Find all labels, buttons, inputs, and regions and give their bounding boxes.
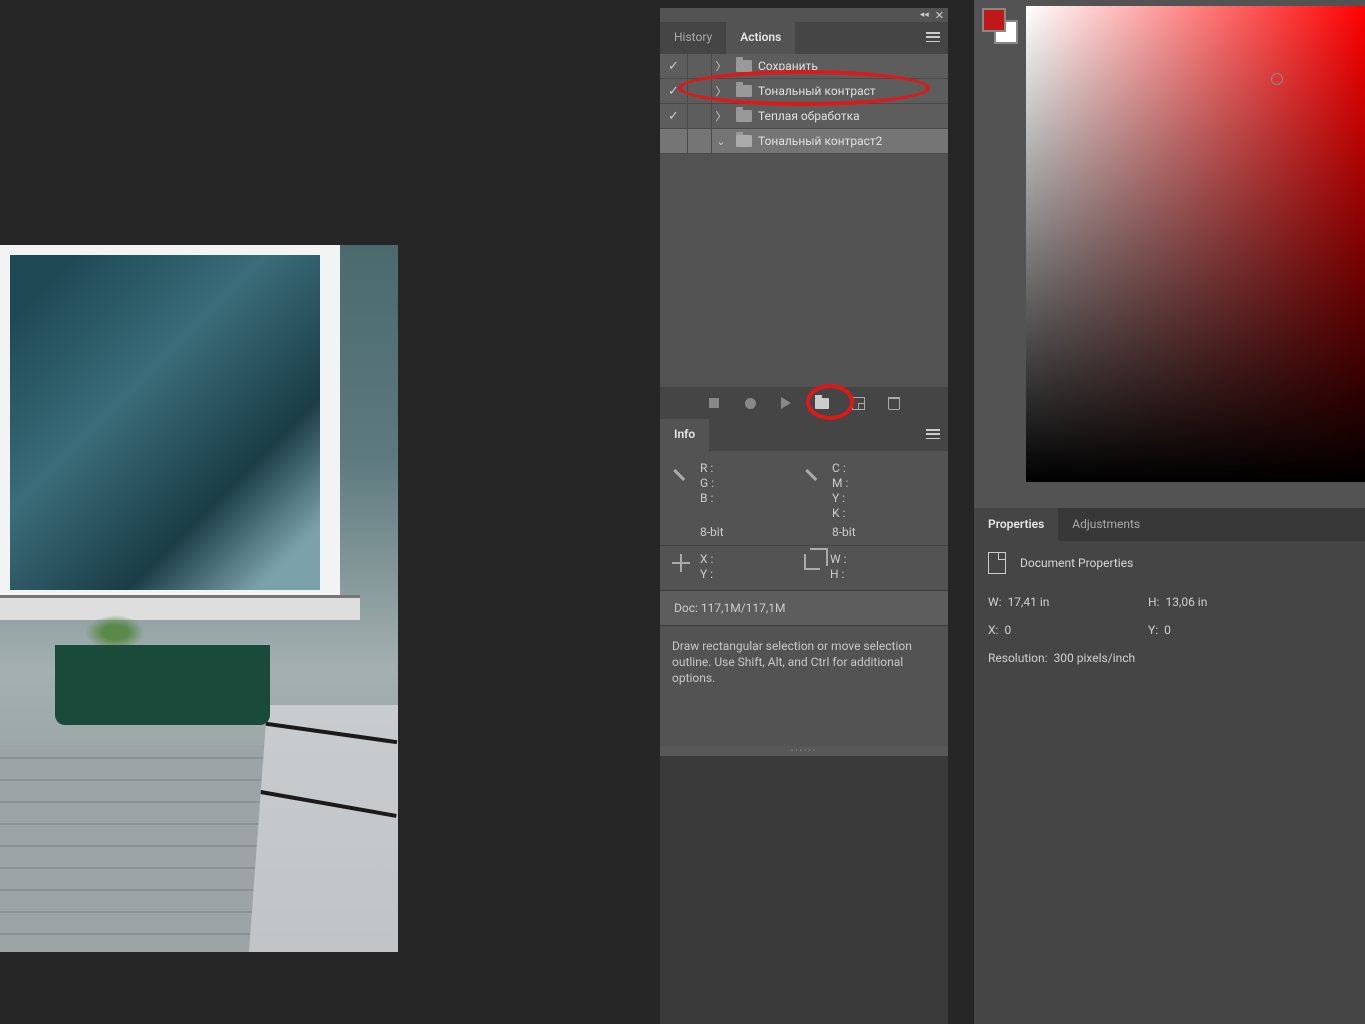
photo-window-frame (0, 245, 340, 605)
delete-button[interactable] (887, 396, 901, 410)
panel-menu-icon[interactable] (926, 32, 940, 42)
prop-x: X:0 (988, 623, 1088, 637)
tab-adjustments[interactable]: Adjustments (1058, 508, 1154, 541)
chevron-right-icon[interactable]: 〉 (712, 108, 730, 124)
checkmark-icon: ✓ (668, 84, 679, 99)
color-swatches[interactable] (982, 8, 1006, 32)
action-dialog-col[interactable] (688, 129, 712, 153)
photo-planter (55, 645, 270, 725)
tab-actions[interactable]: Actions (726, 22, 795, 54)
rgb-readout: R : G : B : (700, 461, 714, 521)
action-set-label: Тональный контраст (758, 84, 876, 98)
properties-tab-row: Properties Adjustments (974, 508, 1365, 541)
eyedropper-icon (668, 463, 693, 488)
action-set-label: Сохранить (758, 59, 818, 73)
collapse-icon[interactable]: ◂◂ (920, 10, 929, 20)
crosshair-icon (672, 554, 690, 572)
properties-section-title: Document Properties (1020, 556, 1133, 570)
new-set-button[interactable] (815, 396, 829, 410)
action-check-col[interactable]: ✓ (660, 79, 688, 103)
action-check-col[interactable]: ✓ (660, 104, 688, 128)
action-check-col[interactable]: ✓ (660, 54, 688, 78)
actions-panel: ◂◂ ✕ History Actions ✓ 〉 Сохранить ✓ 〉 Т… (660, 8, 948, 419)
action-set-label: Тональный контраст2 (758, 134, 882, 148)
document-icon (988, 552, 1006, 574)
photo-window-glass (10, 255, 320, 590)
chevron-right-icon[interactable]: 〉 (712, 83, 730, 99)
right-dock: Properties Adjustments Document Properti… (973, 0, 1365, 1024)
info-body: R : G : B : C : M : Y : K : (660, 451, 948, 746)
properties-body: W:17,41 in H:13,06 in X:0 Y:0 Resolution… (974, 585, 1365, 1024)
action-dialog-col[interactable] (688, 79, 712, 103)
photo-sill (0, 595, 360, 620)
actions-tab-row: History Actions (660, 22, 948, 54)
stop-button[interactable] (707, 396, 721, 410)
action-check-col[interactable] (660, 129, 688, 153)
wh-readout: W : H : (830, 552, 847, 582)
actions-toolbar (660, 387, 948, 419)
tab-properties[interactable]: Properties (974, 508, 1058, 541)
panel-header-bar: ◂◂ ✕ (660, 8, 948, 22)
action-set-label: Теплая обработка (758, 109, 860, 123)
doc-size-line: Doc: 117,1M/117,1M (660, 590, 948, 626)
color-field[interactable] (1026, 6, 1365, 482)
floating-panel-column: ◂◂ ✕ History Actions ✓ 〉 Сохранить ✓ 〉 Т… (660, 8, 948, 756)
action-dialog-col[interactable] (688, 104, 712, 128)
close-icon[interactable]: ✕ (935, 9, 944, 22)
prop-height: H:13,06 in (1148, 595, 1248, 609)
checkmark-icon: ✓ (668, 59, 679, 74)
bit-depth-right: 8-bit (832, 525, 856, 539)
eyedropper-icon (800, 463, 825, 488)
bit-depth-left: 8-bit (700, 525, 724, 539)
canvas-photo[interactable] (0, 245, 398, 952)
play-button[interactable] (779, 396, 793, 410)
info-help-text: Draw rectangular selection or move selec… (672, 634, 936, 736)
action-set-row-selected[interactable]: ⌄ Тональный контраст2 (660, 129, 948, 154)
xy-readout: X : Y : (700, 552, 713, 582)
color-field-handle[interactable] (1271, 73, 1283, 85)
info-panel: Info R : G : B : C : M : (660, 419, 948, 756)
prop-resolution: Resolution:300 pixels/inch (988, 651, 1135, 665)
dimensions-icon (804, 554, 820, 570)
folder-open-icon (736, 135, 752, 147)
record-button[interactable] (743, 396, 757, 410)
tab-history[interactable]: History (660, 22, 726, 54)
actions-list: ✓ 〉 Сохранить ✓ 〉 Тональный контраст ✓ 〉… (660, 54, 948, 387)
properties-section-header: Document Properties (974, 541, 1365, 585)
foreground-swatch[interactable] (982, 8, 1006, 32)
action-set-row[interactable]: ✓ 〉 Тональный контраст (660, 79, 948, 104)
folder-icon (736, 110, 752, 122)
tab-info[interactable]: Info (660, 419, 709, 451)
panel-shadow (660, 752, 948, 1024)
folder-icon (736, 60, 752, 72)
chevron-down-icon[interactable]: ⌄ (712, 135, 730, 148)
annotation-ellipse-button (806, 384, 854, 420)
checkmark-icon: ✓ (668, 109, 679, 124)
prop-width: W:17,41 in (988, 595, 1088, 609)
folder-icon (736, 85, 752, 97)
prop-y: Y:0 (1148, 623, 1248, 637)
cmyk-readout: C : M : Y : K : (832, 461, 848, 521)
action-set-row[interactable]: ✓ 〉 Сохранить (660, 54, 948, 79)
info-tab-row: Info (660, 419, 948, 451)
panel-drag-handle[interactable]: •••••• (660, 746, 948, 756)
action-dialog-col[interactable] (688, 54, 712, 78)
new-action-button[interactable] (851, 396, 865, 410)
action-set-row[interactable]: ✓ 〉 Теплая обработка (660, 104, 948, 129)
chevron-right-icon[interactable]: 〉 (712, 58, 730, 74)
panel-menu-icon[interactable] (926, 429, 940, 439)
